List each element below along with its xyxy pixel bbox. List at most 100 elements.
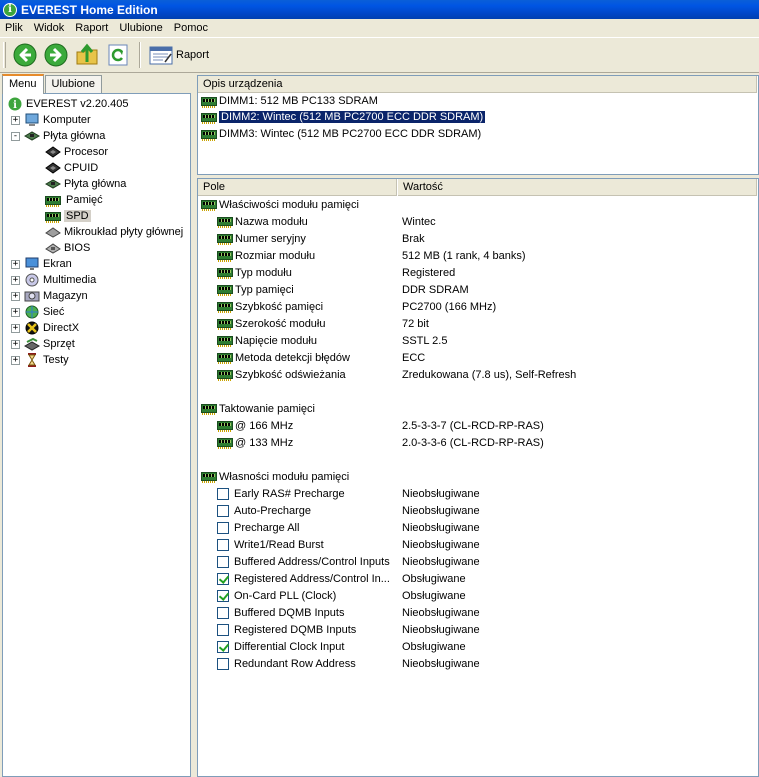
tree-item-siec[interactable]: + Sieć [11,304,64,320]
property-row[interactable]: Typ pamięci [217,281,294,298]
property-value: SSTL 2.5 [402,334,448,347]
collapse-toggle[interactable]: - [11,131,20,141]
property-row[interactable]: Rozmiar modułu [217,247,315,264]
tree-root[interactable]: i EVEREST v2.20.405 [7,96,129,112]
window-title: EVEREST Home Edition [21,2,158,17]
forward-button[interactable] [41,40,71,70]
unchecked-checkbox-icon [217,657,229,670]
tree-item-magazyn[interactable]: + Magazyn [11,288,88,304]
tree-item-mikroukład[interactable]: Mikroukład płyty głównej [45,224,183,240]
property-row[interactable]: Szybkość pamięci [217,298,323,315]
device-item-dimm1[interactable]: DIMM1: 512 MB PC133 SDRAM [201,93,378,109]
memory-icon [217,319,233,330]
tree-item-multimedia[interactable]: + Multimedia [11,272,96,288]
group-header[interactable]: Właściwości modułu pamięci [201,196,359,213]
tree-item-sprzet[interactable]: + Sprzęt [11,336,75,352]
property-row[interactable]: Napięcie modułu [217,332,317,349]
tree-item-spd[interactable]: SPD [45,208,91,224]
menu-ulubione[interactable]: Ulubione [114,22,168,34]
device-list-header: Opis urządzenia [198,75,758,93]
memory-icon [217,302,233,313]
tree-item-plyta-glowna-child[interactable]: Płyta główna [45,176,126,192]
report-label: Raport [176,49,210,61]
memory-icon [217,251,233,262]
expand-toggle[interactable]: + [11,307,20,317]
menu-raport[interactable]: Raport [70,22,114,34]
property-row[interactable]: Typ modułu [217,264,292,281]
expand-toggle[interactable]: + [11,291,20,301]
property-row[interactable]: Early RAS# Precharge [217,485,345,502]
tree-item-ekran[interactable]: + Ekran [11,256,72,272]
property-row[interactable]: Buffered DQMB Inputs [217,604,344,621]
tree-item-testy[interactable]: + Testy [11,352,69,368]
up-button[interactable] [72,40,102,70]
property-value: Nieobsługiwane [402,504,480,517]
menu-pomoc[interactable]: Pomoc [169,22,214,34]
tree-view[interactable]: i EVEREST v2.20.405 + Komputer - Płyta g… [2,93,191,777]
property-row[interactable]: Write1/Read Burst [217,536,324,553]
property-field: Redundant Row Address [234,657,356,670]
expand-toggle[interactable]: + [11,355,20,365]
memory-icon [201,112,217,124]
property-value: Nieobsługiwane [402,538,480,551]
property-value: Nieobsługiwane [402,623,480,636]
column-header-wartosc[interactable]: Wartość [398,179,758,196]
property-row[interactable]: Auto-Precharge [217,502,311,519]
property-row[interactable]: Numer seryjny [217,230,306,247]
tab-ulubione[interactable]: Ulubione [44,75,102,93]
property-field: Registered Address/Control In... [234,572,390,585]
property-row[interactable]: Redundant Row Address [217,655,356,672]
refresh-button[interactable] [103,40,133,70]
property-row[interactable]: @ 166 MHz [217,417,293,434]
tree-item-komputer[interactable]: + Komputer [11,112,91,128]
menu-widok[interactable]: Widok [29,22,71,34]
property-row[interactable]: Metoda detekcji błędów [217,349,350,366]
expand-toggle[interactable]: + [11,259,20,269]
tree-item-procesor[interactable]: Procesor [45,144,108,160]
property-row[interactable]: Registered DQMB Inputs [217,621,356,638]
tree-item-bios[interactable]: BIOS [45,240,90,256]
tree-item-pamiec[interactable]: Pamięć [45,192,103,208]
property-row[interactable]: Precharge All [217,519,299,536]
group-title: Własności modułu pamięci [219,470,350,483]
tree-item-cpuid[interactable]: CPUID [45,160,98,176]
property-row[interactable]: Szybkość odświeżania [217,366,346,383]
property-value: DDR SDRAM [402,283,469,296]
property-row[interactable]: Nazwa modułu [217,213,308,230]
group-header[interactable]: Taktowanie pamięci [201,400,315,417]
tree-item-label: DirectX [43,322,80,334]
details-panel: Pole Wartość Właściwości modułu pamięci … [197,178,759,777]
device-item-dimm3[interactable]: DIMM3: Wintec (512 MB PC2700 ECC DDR SDR… [201,126,481,142]
property-row[interactable]: Szerokość modułu [217,315,326,332]
property-field: Registered DQMB Inputs [234,623,357,636]
unchecked-checkbox-icon [217,606,229,619]
property-row[interactable]: @ 133 MHz [217,434,293,451]
expand-toggle[interactable]: + [11,115,20,125]
device-item-dimm2[interactable]: DIMM2: Wintec (512 MB PC2700 ECC DDR SDR… [201,109,487,125]
column-header-pole[interactable]: Pole [198,179,398,196]
bios-icon [45,243,61,254]
property-row[interactable]: Differential Clock Input [217,638,344,655]
report-button[interactable]: Raport [146,40,212,70]
devices-icon [24,337,40,351]
toolbar-separator [139,42,141,68]
toolbar: Raport [0,37,759,73]
property-row[interactable]: Registered Address/Control In... [217,570,390,587]
expand-toggle[interactable]: + [11,323,20,333]
toolbar-grip[interactable] [3,42,6,68]
group-header[interactable]: Własności modułu pamięci [201,468,349,485]
tree-item-label: Komputer [43,114,91,126]
property-row[interactable]: On-Card PLL (Clock) [217,587,336,604]
property-value: Nieobsługiwane [402,657,480,670]
tab-menu[interactable]: Menu [2,74,44,94]
expand-toggle[interactable]: + [11,339,20,349]
property-row[interactable]: Buffered Address/Control Inputs [217,553,390,570]
menu-plik[interactable]: Plik [0,22,29,34]
tree-item-directx[interactable]: + DirectX [11,320,79,336]
column-header-opis[interactable]: Opis urządzenia [198,75,758,93]
expand-toggle[interactable]: + [11,275,20,285]
everest-app-icon: i [3,2,17,17]
property-field: Szybkość odświeżania [235,368,346,381]
back-button[interactable] [10,40,40,70]
tree-item-plyta-glowna[interactable]: - Płyta główna [11,128,105,144]
